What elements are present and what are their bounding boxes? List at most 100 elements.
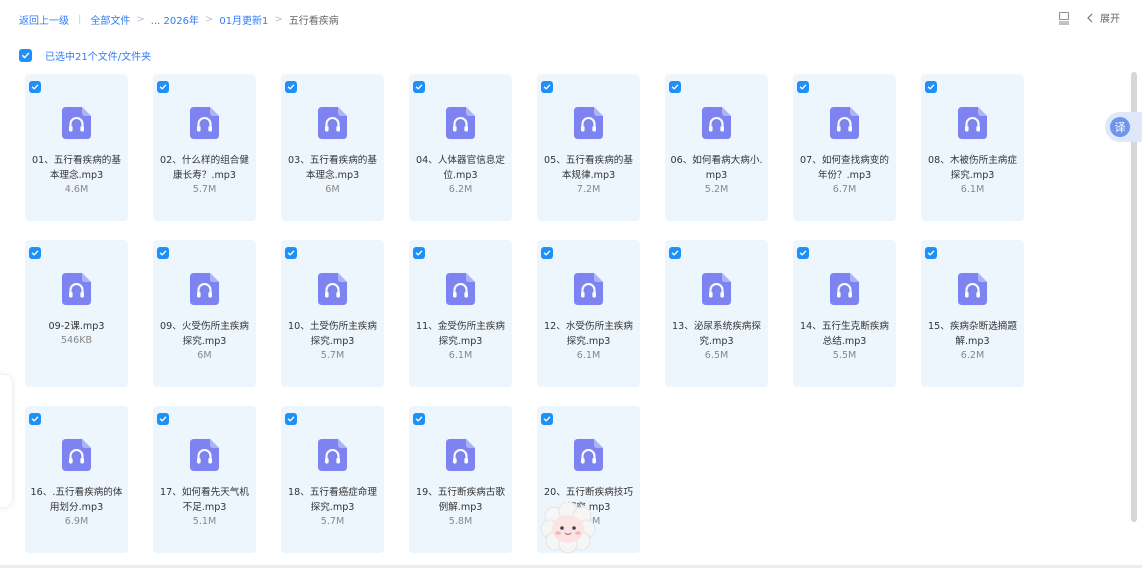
file-card[interactable]: 12、水受伤所主疾病探究.mp3 6.1M (537, 240, 640, 387)
file-card[interactable]: 08、木被伤所主病症探究.mp3 6.1M (921, 74, 1024, 221)
audio-file-icon (574, 439, 603, 471)
file-checkbox[interactable] (541, 81, 553, 93)
file-size: 6.2M (960, 350, 985, 361)
file-name: 10、土受伤所主疾病探究.mp3 (288, 321, 377, 347)
file-checkbox[interactable] (925, 247, 937, 259)
audio-file-icon (958, 273, 987, 305)
file-size: 5.7M (320, 516, 345, 527)
audio-file-icon (318, 107, 347, 139)
file-name: 16、.五行看疾病的体用划分.mp3 (30, 487, 123, 513)
file-size: 7.2M (576, 184, 601, 195)
file-card[interactable]: 16、.五行看疾病的体用划分.mp3 6.9M (25, 406, 128, 553)
file-card[interactable]: 13、泌尿系统疾病探究.mp3 6.5M (665, 240, 768, 387)
file-size: 5.7M (192, 184, 217, 195)
file-checkbox[interactable] (413, 81, 425, 93)
file-checkbox[interactable] (669, 81, 681, 93)
file-name: 15、疾病杂断选摘题解.mp3 (928, 321, 1017, 347)
breadcrumb-item-current: 五行看疾病 (288, 16, 339, 27)
file-size: 6.9M (64, 516, 89, 527)
file-checkbox[interactable] (925, 81, 937, 93)
breadcrumb-separator: > (136, 14, 145, 25)
file-size: 6M (197, 350, 212, 361)
expand-button[interactable]: 展开 (1087, 10, 1120, 25)
file-checkbox[interactable] (285, 247, 297, 259)
chevron-left-icon (1087, 13, 1093, 23)
file-size: 6M (325, 184, 340, 195)
file-checkbox[interactable] (157, 247, 169, 259)
translate-button[interactable]: 译 (1105, 112, 1142, 142)
assistant-mascot[interactable] (540, 501, 596, 554)
file-size: 6.1M (448, 350, 473, 361)
file-name: 09、火受伤所主疾病探究.mp3 (160, 321, 249, 347)
audio-file-icon (702, 273, 731, 305)
file-card[interactable]: 03、五行看疾病的基本理念.mp3 6M (281, 74, 384, 221)
file-name: 02、什么样的组合健康长寿？.mp3 (160, 155, 249, 181)
file-checkbox[interactable] (157, 81, 169, 93)
file-card[interactable]: 19、五行断疾病古歌例解.mp3 5.8M (409, 406, 512, 553)
file-card[interactable]: 05、五行看疾病的基本规律.mp3 7.2M (537, 74, 640, 221)
breadcrumb-item-month[interactable]: 01月更新1 (219, 12, 268, 27)
audio-file-icon (574, 273, 603, 305)
file-card[interactable]: 04、人体器官信息定位.mp3 6.2M (409, 74, 512, 221)
audio-file-icon (958, 107, 987, 139)
file-card[interactable]: 06、如何看病大病小.mp3 5.2M (665, 74, 768, 221)
file-card[interactable]: 10、土受伤所主疾病探究.mp3 5.7M (281, 240, 384, 387)
file-checkbox[interactable] (669, 247, 681, 259)
file-checkbox[interactable] (157, 413, 169, 425)
file-card[interactable]: 07、如何查找病变的年份？.mp3 6.7M (793, 74, 896, 221)
file-card[interactable]: 02、什么样的组合健康长寿？.mp3 5.7M (153, 74, 256, 221)
file-card[interactable]: 17、如何看先天气机不足.mp3 5.1M (153, 406, 256, 553)
file-card[interactable]: 11、金受伤所主疾病探究.mp3 6.1M (409, 240, 512, 387)
file-size: 5.1M (192, 516, 217, 527)
file-checkbox[interactable] (541, 247, 553, 259)
file-name: 01、五行看疾病的基本理念.mp3 (32, 155, 121, 181)
file-card[interactable]: 18、五行看癌症命理探究.mp3 5.7M (281, 406, 384, 553)
list-view-icon[interactable] (1057, 11, 1071, 25)
file-checkbox[interactable] (413, 413, 425, 425)
audio-file-icon (318, 273, 347, 305)
back-link[interactable]: 返回上一级 (19, 12, 69, 27)
audio-file-icon (190, 439, 219, 471)
audio-file-icon (830, 273, 859, 305)
file-name: 06、如何看病大病小.mp3 (670, 155, 763, 181)
file-checkbox[interactable] (797, 81, 809, 93)
file-checkbox[interactable] (285, 81, 297, 93)
top-right-tools: 展开 (1057, 10, 1120, 25)
audio-file-icon (574, 107, 603, 139)
file-card[interactable]: 14、五行生克断疾病总结.mp3 5.5M (793, 240, 896, 387)
file-card[interactable]: 09、火受伤所主疾病探究.mp3 6M (153, 240, 256, 387)
expand-label: 展开 (1100, 14, 1120, 25)
file-size: 4.6M (64, 184, 89, 195)
file-card[interactable]: 15、疾病杂断选摘题解.mp3 6.2M (921, 240, 1024, 387)
file-card[interactable]: 09-2课.mp3 546KB (25, 240, 128, 387)
file-checkbox[interactable] (29, 81, 41, 93)
file-checkbox[interactable] (541, 413, 553, 425)
file-checkbox[interactable] (797, 247, 809, 259)
breadcrumb: 返回上一级 | 全部文件 > ... 2026年 > 01月更新1 > 五行看疾… (19, 12, 339, 27)
audio-file-icon (190, 107, 219, 139)
file-checkbox[interactable] (413, 247, 425, 259)
file-checkbox[interactable] (285, 413, 297, 425)
file-name: 19、五行断疾病古歌例解.mp3 (416, 487, 505, 513)
file-name: 12、水受伤所主疾病探究.mp3 (544, 321, 633, 347)
file-size: 6.5M (704, 350, 729, 361)
file-name: 18、五行看癌症命理探究.mp3 (288, 487, 377, 513)
file-size: 5.2M (704, 184, 729, 195)
file-card[interactable]: 01、五行看疾病的基本理念.mp3 4.6M (25, 74, 128, 221)
file-checkbox[interactable] (29, 413, 41, 425)
audio-file-icon (446, 439, 475, 471)
breadcrumb-item-year[interactable]: ... 2026年 (151, 12, 199, 27)
file-size: 5.8M (448, 516, 473, 527)
audio-file-icon (702, 107, 731, 139)
side-panel-tab[interactable] (0, 375, 12, 507)
breadcrumb-item-all-files[interactable]: 全部文件 (90, 12, 130, 27)
file-name: 08、木被伤所主病症探究.mp3 (928, 155, 1017, 181)
selection-count-text: 已选中21个文件/文件夹 (45, 52, 152, 63)
file-checkbox[interactable] (29, 247, 41, 259)
select-all-checkbox[interactable] (19, 49, 32, 62)
audio-file-icon (446, 107, 475, 139)
file-name: 09-2课.mp3 (48, 321, 105, 332)
file-name: 03、五行看疾病的基本理念.mp3 (288, 155, 377, 181)
file-size: 546KB (60, 335, 93, 346)
file-size: 6.1M (576, 350, 601, 361)
